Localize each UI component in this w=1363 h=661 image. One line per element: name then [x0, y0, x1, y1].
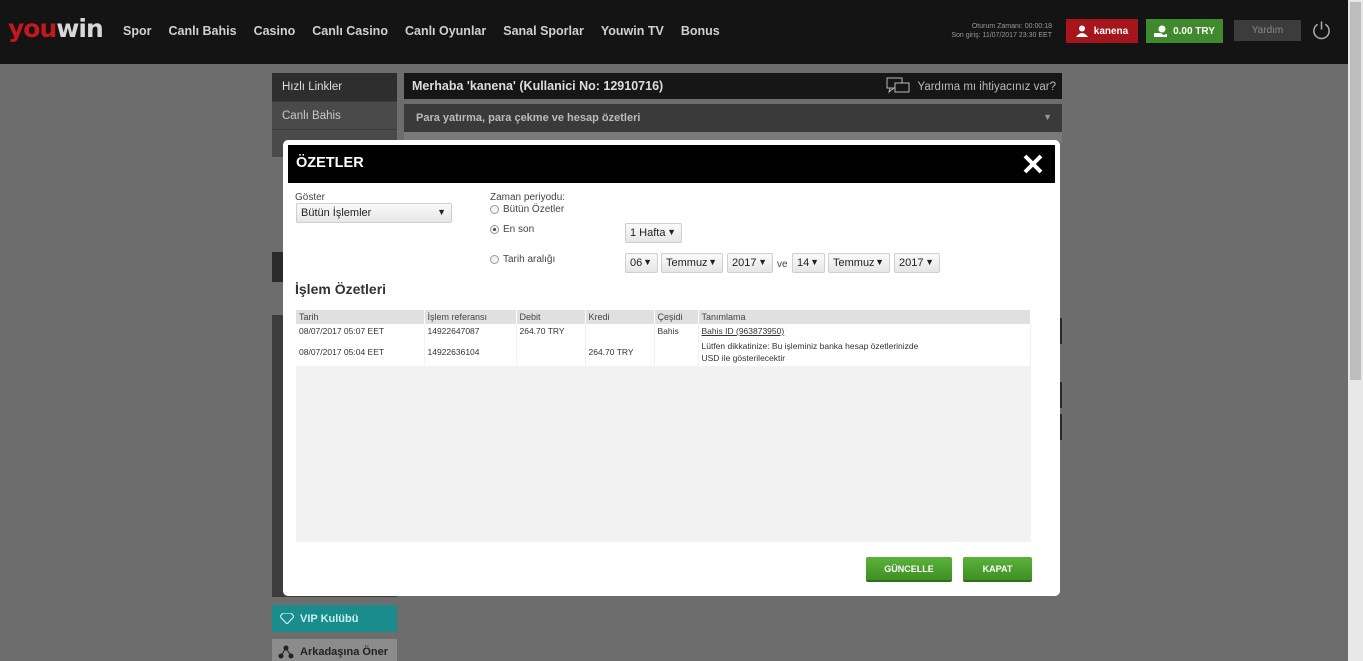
radio-button[interactable]: [490, 255, 499, 264]
page-scrollbar[interactable]: [1348, 0, 1363, 661]
col-reference: İşlem referansı: [424, 310, 517, 324]
triangle-down-icon: ▼: [810, 257, 819, 267]
to-year-select[interactable]: 2017 ▼: [894, 253, 940, 273]
power-icon[interactable]: [1311, 20, 1332, 41]
triangle-down-icon: ▼: [667, 227, 676, 237]
triangle-down-icon: ▼: [875, 257, 884, 267]
from-day-select[interactable]: 06 ▼: [625, 253, 658, 273]
deposits-summary-bar[interactable]: Para yatırma, para çekme ve hesap özetle…: [404, 104, 1062, 132]
close-button[interactable]: KAPAT: [963, 557, 1032, 582]
caret-down-icon: ▼: [1043, 112, 1052, 122]
nav-canli-oyunlar[interactable]: Canlı Oyunlar: [405, 24, 486, 38]
last-login: Son giriş: 11/07/2017 23:30 EET: [951, 32, 1052, 39]
vip-club-label: VIP Kulübü: [300, 612, 359, 625]
user-account-button[interactable]: kanena: [1066, 19, 1138, 43]
radio-button-selected[interactable]: [490, 225, 499, 234]
cell-date: 08/07/2017 05:04 EET: [296, 338, 425, 366]
refer-friend-button[interactable]: Arkadaşına Öner: [272, 639, 397, 661]
top-bar: youwin Spor Canlı Bahis Casino Canlı Cas…: [0, 0, 1348, 64]
cell-credit: 264.70 TRY: [585, 338, 655, 366]
transactions-table: Tarih İşlem referansı Debit Kredi Çeşidi…: [296, 310, 1031, 366]
table-row: 08/07/2017 05:07 EET 14922647087 264.70 …: [296, 324, 1031, 338]
cell-credit: [585, 324, 655, 338]
cell-reference: 14922647087: [424, 324, 517, 338]
col-description: Tanımlama: [698, 310, 1031, 324]
refer-friend-label: Arkadaşına Öner: [300, 646, 389, 658]
cell-type: Bahis: [654, 324, 699, 338]
cell-description: Lütfen dikkatinize: Bu işleminiz banka h…: [698, 338, 1031, 366]
from-month-select[interactable]: Temmuz ▼: [661, 253, 723, 273]
cell-debit: 264.70 TRY: [516, 324, 586, 338]
scrollbar-thumb[interactable]: [1350, 2, 1361, 380]
username-label: kanena: [1093, 25, 1129, 37]
nav-spor[interactable]: Spor: [123, 24, 151, 38]
greeting-text: Merhaba 'kanena' (Kullanici No: 12910716…: [412, 79, 664, 93]
show-label: Göster: [295, 192, 326, 203]
radio-latest-label: En son: [503, 224, 535, 235]
to-day-select[interactable]: 14 ▼: [792, 253, 825, 273]
radio-button[interactable]: [490, 205, 499, 214]
triangle-down-icon: ▼: [437, 207, 446, 217]
money-icon: [1154, 25, 1168, 37]
share-icon: [278, 645, 294, 659]
help-question[interactable]: Yardıma mı ihtiyacınız var?: [886, 77, 1056, 97]
from-year-select[interactable]: 2017 ▼: [727, 253, 773, 273]
table-row: 08/07/2017 05:04 EET 14922636104 264.70 …: [296, 338, 1031, 366]
triangle-down-icon: ▼: [758, 257, 767, 267]
radio-range-label: Tarih aralığı: [503, 254, 556, 265]
close-icon[interactable]: [1021, 152, 1045, 176]
update-button[interactable]: GÜNCELLE: [866, 557, 952, 582]
nav-bonus[interactable]: Bonus: [681, 24, 720, 38]
radio-all-statements[interactable]: Bütün Özetler: [490, 204, 564, 215]
cell-debit: [516, 338, 586, 366]
to-month-select[interactable]: Temmuz ▼: [828, 253, 890, 273]
bet-id-link[interactable]: Bahis ID (963873950): [698, 324, 1031, 338]
cell-type: [654, 338, 699, 366]
user-icon: [1075, 25, 1088, 37]
statements-modal: ÖZETLER Göster Bütün İşlemler ▼ Zaman pe…: [283, 140, 1060, 596]
period-label: Zaman periyodu:: [490, 192, 566, 203]
main-nav: Spor Canlı Bahis Casino Canlı Casino Can…: [123, 24, 737, 38]
nav-canli-casino[interactable]: Canlı Casino: [312, 24, 388, 38]
nav-sanal-sporlar[interactable]: Sanal Sporlar: [503, 24, 584, 38]
triangle-down-icon: ▼: [708, 257, 717, 267]
col-credit: Kredi: [585, 310, 655, 324]
quick-links-title: Hızlı Linkler: [272, 73, 397, 101]
session-time: Oturum Zamanı: 00:00:18: [971, 23, 1052, 30]
account-greeting-bar: Merhaba 'kanena' (Kullanici No: 12910716…: [404, 73, 1062, 99]
nav-canli-bahis[interactable]: Canlı Bahis: [168, 24, 236, 38]
modal-title: ÖZETLER: [296, 155, 364, 171]
help-question-label: Yardıma mı ihtiyacınız var?: [917, 81, 1056, 93]
cell-date: 08/07/2017 05:07 EET: [296, 324, 425, 338]
chat-bubbles-icon: [886, 77, 910, 94]
radio-all-label: Bütün Özetler: [503, 204, 565, 215]
youwin-logo[interactable]: youwin: [8, 14, 104, 43]
diamond-icon: [280, 613, 294, 624]
nav-casino[interactable]: Casino: [254, 24, 296, 38]
help-button[interactable]: Yardım: [1234, 20, 1301, 41]
radio-date-range[interactable]: Tarih aralığı: [490, 254, 555, 265]
radio-latest[interactable]: En son: [490, 224, 534, 235]
sidebar-item-canli-bahis[interactable]: Canlı Bahis: [272, 101, 397, 129]
col-debit: Debit: [516, 310, 586, 324]
show-select-value: Bütün İşlemler: [301, 207, 372, 219]
nav-youwin-tv[interactable]: Youwin TV: [601, 24, 664, 38]
triangle-down-icon: ▼: [925, 257, 934, 267]
table-header-row: Tarih İşlem referansı Debit Kredi Çeşidi…: [296, 310, 1031, 324]
deposits-summary-label: Para yatırma, para çekme ve hesap özetle…: [416, 112, 641, 124]
latest-period-select[interactable]: 1 Hafta ▼: [625, 223, 682, 243]
vip-club-button[interactable]: VIP Kulübü: [272, 605, 397, 632]
triangle-down-icon: ▼: [643, 257, 652, 267]
modal-header: ÖZETLER: [288, 145, 1055, 183]
balance-button[interactable]: 0.00 TRY: [1146, 19, 1223, 43]
show-select[interactable]: Bütün İşlemler ▼: [296, 203, 452, 223]
section-title: İşlem Özetleri: [295, 281, 387, 297]
balance-label: 0.00 TRY: [1173, 25, 1215, 37]
col-date: Tarih: [296, 310, 425, 324]
cell-reference: 14922636104: [424, 338, 517, 366]
range-and-label: ve: [777, 259, 788, 270]
session-info: Oturum Zamanı: 00:00:18 Son giriş: 11/07…: [951, 22, 1052, 40]
col-type: Çeşidi: [654, 310, 699, 324]
